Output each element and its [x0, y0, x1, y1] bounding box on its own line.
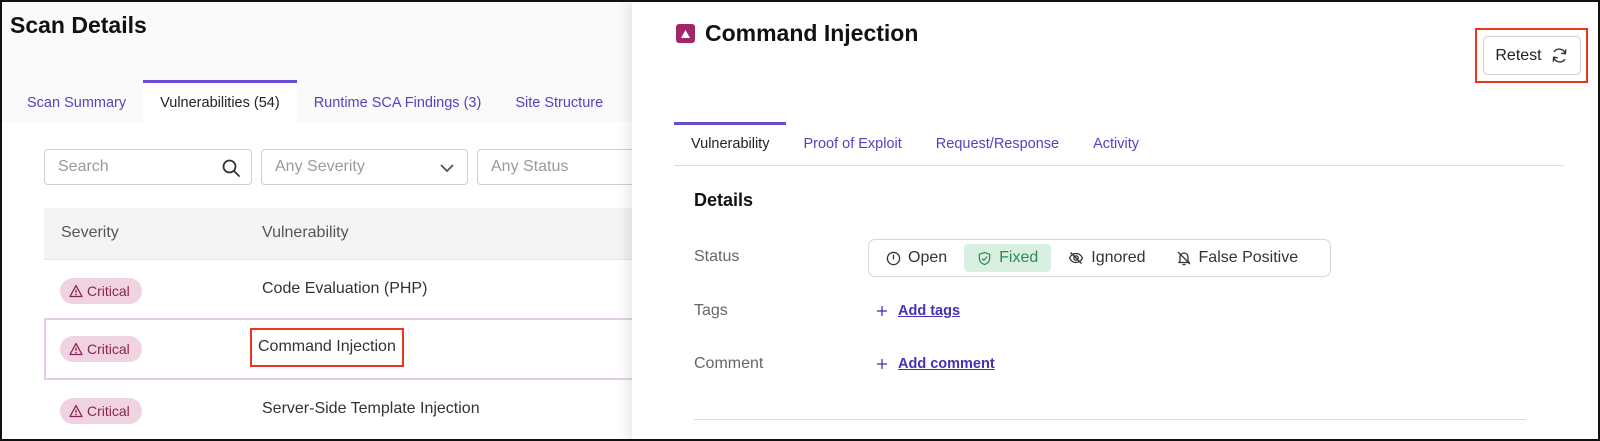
- section-title: Details: [694, 190, 754, 210]
- status-option-label: False Positive: [1198, 249, 1299, 266]
- plus-icon: [877, 359, 887, 369]
- section-divider: [694, 419, 1526, 420]
- retest-label: Retest: [1495, 46, 1542, 64]
- status-option-open[interactable]: Open: [873, 244, 960, 272]
- chevron-down-icon: [440, 164, 454, 173]
- vulnerability-name[interactable]: Command Injection: [250, 328, 404, 367]
- severity-placeholder: Any Severity: [275, 158, 365, 175]
- status-option-fixed[interactable]: Fixed: [964, 244, 1052, 272]
- detail-tabs: Vulnerability Proof of Exploit Request/R…: [674, 122, 1564, 166]
- status-option-label: Open: [908, 249, 948, 266]
- severity-badge: Critical: [60, 336, 142, 362]
- detail-header: Command Injection: [676, 20, 918, 47]
- tab-site-structure[interactable]: Site Structure: [498, 80, 620, 122]
- eye-off-icon: [1069, 252, 1084, 264]
- table-row[interactable]: Critical Server-Side Template Injection: [44, 380, 632, 439]
- severity-label: Critical: [87, 283, 130, 299]
- clock-icon: [886, 251, 901, 265]
- severity-label: Critical: [87, 341, 130, 357]
- warning-triangle-icon: [69, 404, 83, 418]
- search-placeholder: Search: [58, 158, 109, 175]
- table-row-selected[interactable]: Critical Command Injection: [44, 318, 632, 380]
- status-option-ignored[interactable]: Ignored: [1055, 244, 1158, 272]
- add-tags-link[interactable]: Add tags: [876, 303, 960, 319]
- search-input[interactable]: Search: [44, 149, 252, 185]
- status-option-label: Fixed: [999, 249, 1039, 266]
- vulnerability-name: Server-Side Template Injection: [262, 400, 480, 417]
- status-segmented-control: Open Fixed Ignored False Positive: [868, 239, 1331, 277]
- add-comment-link[interactable]: Add comment: [876, 356, 995, 372]
- comment-label: Comment: [694, 355, 764, 372]
- vulnerabilities-content: Search Any Severity Any Status Severity …: [2, 122, 632, 439]
- add-tags-label: Add tags: [898, 303, 961, 319]
- warning-triangle-icon: [69, 284, 83, 298]
- app-frame: Scan Details Scan Summary Vulnerabilitie…: [0, 0, 1600, 441]
- column-header-vulnerability: Vulnerability: [262, 224, 349, 241]
- column-header-severity: Severity: [61, 224, 119, 241]
- tab-proof-of-exploit[interactable]: Proof of Exploit: [786, 122, 918, 166]
- status-option-label: Ignored: [1091, 249, 1146, 266]
- tab-scan-summary[interactable]: Scan Summary: [10, 80, 143, 122]
- critical-severity-icon: [676, 24, 695, 43]
- vulnerability-detail-drawer: Command Injection Retest Vulnerability P…: [632, 2, 1598, 439]
- warning-triangle-icon: [69, 342, 83, 356]
- severity-select[interactable]: Any Severity: [261, 149, 468, 185]
- table-row[interactable]: Critical Code Evaluation (PHP): [44, 260, 632, 322]
- page-title: Scan Details: [10, 12, 147, 38]
- severity-badge: Critical: [60, 278, 142, 304]
- add-comment-label: Add comment: [898, 356, 995, 372]
- status-option-false-positive[interactable]: False Positive: [1163, 244, 1312, 272]
- scan-details-panel: Scan Details Scan Summary Vulnerabilitie…: [2, 2, 632, 439]
- tab-request-response[interactable]: Request/Response: [919, 122, 1076, 166]
- retest-highlight: Retest: [1475, 28, 1588, 83]
- vulnerability-name: Code Evaluation (PHP): [262, 280, 428, 297]
- tab-runtime-sca-findings[interactable]: Runtime SCA Findings (3): [297, 80, 499, 122]
- search-icon: [222, 159, 240, 177]
- status-label: Status: [694, 248, 740, 265]
- tab-vulnerabilities[interactable]: Vulnerabilities (54): [143, 80, 297, 122]
- scan-tabs: Scan Summary Vulnerabilities (54) Runtim…: [10, 80, 620, 122]
- detail-title: Command Injection: [705, 20, 919, 46]
- bell-off-icon: [1177, 251, 1190, 266]
- retest-button[interactable]: Retest: [1483, 36, 1581, 75]
- severity-label: Critical: [87, 403, 130, 419]
- shield-check-icon: [978, 251, 991, 265]
- tab-vulnerability[interactable]: Vulnerability: [674, 122, 787, 166]
- tags-label: Tags: [694, 302, 728, 319]
- severity-badge: Critical: [60, 398, 142, 424]
- status-select[interactable]: Any Status: [477, 149, 632, 185]
- plus-icon: [877, 306, 887, 316]
- table-header: Severity Vulnerability: [44, 208, 632, 260]
- status-placeholder: Any Status: [491, 158, 569, 175]
- refresh-icon: [1552, 48, 1567, 63]
- tab-activity[interactable]: Activity: [1076, 122, 1156, 166]
